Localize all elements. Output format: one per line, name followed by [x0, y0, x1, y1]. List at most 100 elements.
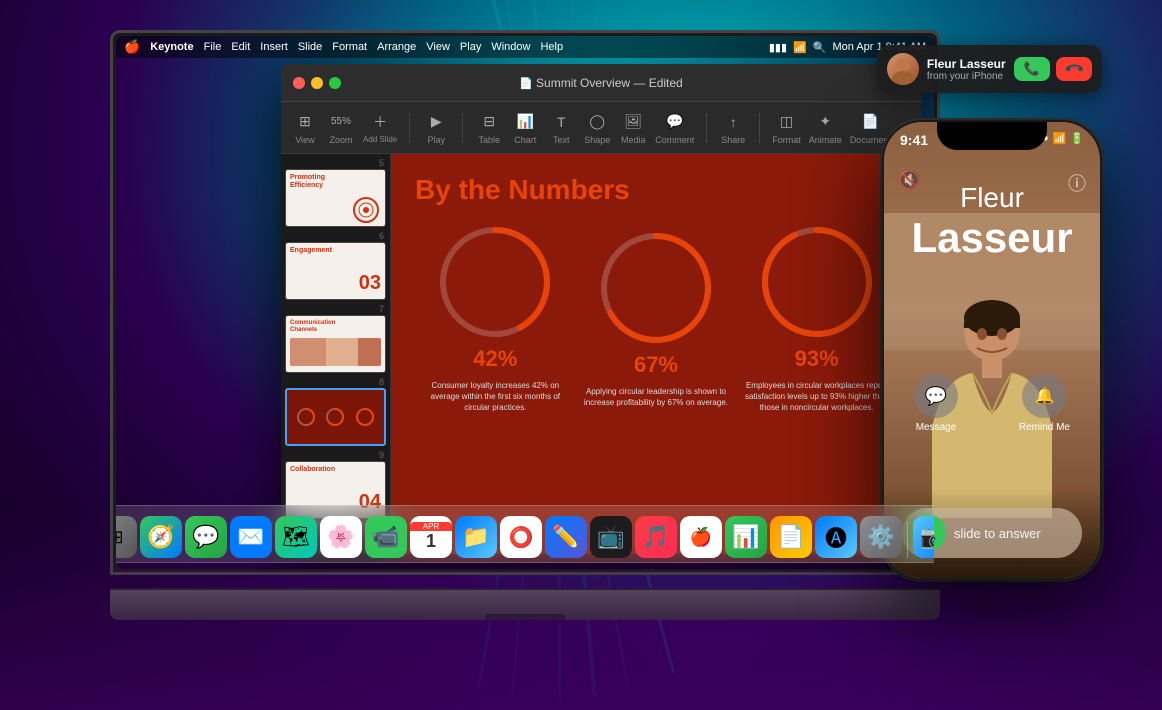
dock-icon-safari[interactable]: 🧭	[140, 516, 182, 558]
mac-menu-view[interactable]: View	[426, 41, 450, 53]
toolbar-view[interactable]: ⊞ View	[291, 111, 319, 145]
keynote-title: 📄 Summit Overview — Edited	[519, 76, 682, 90]
dock-icon-maps[interactable]: 🗺	[275, 516, 317, 558]
maximize-button[interactable]	[329, 77, 341, 89]
zoom-icon: 55%	[327, 111, 355, 133]
text-icon: T	[547, 111, 575, 133]
toolbar-shape[interactable]: ◯ Shape	[583, 111, 611, 145]
keynote-titlebar: 📄 Summit Overview — Edited	[281, 64, 921, 102]
add-slide-icon: ＋	[366, 111, 394, 133]
mac-menu-edit[interactable]: Edit	[231, 41, 250, 53]
toolbar-share[interactable]: ↑ Share	[719, 111, 747, 145]
desktop: 🍎 Keynote File Edit Insert Slide Format …	[0, 0, 1162, 710]
mac-menu-insert[interactable]: Insert	[260, 41, 288, 53]
remind-icon: 🔔	[1022, 374, 1066, 418]
dock-icon-messages[interactable]: 💬	[185, 516, 227, 558]
toolbar-table[interactable]: ⊟ Table	[475, 111, 503, 145]
iphone-battery-icon: 🔋	[1070, 132, 1084, 145]
slide-promoting[interactable]: PromotingEfficiency	[285, 169, 386, 227]
dock-icon-screenshot[interactable]: 📷	[913, 516, 934, 558]
notif-buttons: 📞 📞	[1014, 57, 1092, 81]
dock-icon-appletv[interactable]: 📺	[590, 516, 632, 558]
notif-avatar	[887, 53, 919, 85]
laptop: 🍎 Keynote File Edit Insert Slide Format …	[110, 30, 940, 620]
slide-thumb-8[interactable]: 8	[285, 377, 386, 446]
slide-engagement[interactable]: Engagement 03	[285, 242, 386, 300]
remind-label: Remind Me	[1019, 422, 1070, 433]
circle-67: 67% Applying circular leadership is show…	[579, 228, 733, 408]
view-icon: ⊞	[291, 111, 319, 133]
circle-93-label: 93%	[795, 346, 839, 372]
mac-menu-window[interactable]: Window	[491, 41, 530, 53]
toolbar-zoom[interactable]: 55% Zoom	[327, 111, 355, 145]
iphone-caller-name: Fleur Lasseur	[884, 182, 1100, 262]
circle-93: 93% Employees in circular workplaces rep…	[740, 222, 894, 414]
minimize-button[interactable]	[311, 77, 323, 89]
animate-icon: ✦	[811, 111, 839, 133]
dock-icon-freeform[interactable]: ✏️	[545, 516, 587, 558]
mac-menu-keynote[interactable]: Keynote	[150, 41, 193, 53]
laptop-screen: 🍎 Keynote File Edit Insert Slide Format …	[110, 30, 940, 575]
phone-accept-icon: 📞	[1024, 61, 1040, 77]
traffic-lights	[293, 77, 341, 89]
caller-first-name: Fleur	[884, 182, 1100, 214]
dock-icon-files[interactable]: 📁	[455, 516, 497, 558]
mac-menu-play[interactable]: Play	[460, 41, 481, 53]
circle-42-desc: Consumer loyalty increases 42% on averag…	[418, 380, 572, 414]
remind-action[interactable]: 🔔 Remind Me	[1019, 374, 1070, 433]
notif-caller-name: Fleur Lasseur	[927, 57, 1006, 71]
dock-icon-pages[interactable]: 📄	[770, 516, 812, 558]
dock-icon-music[interactable]: 🎵	[635, 516, 677, 558]
keynote-content: 5 PromotingEfficiency	[281, 154, 921, 554]
slide-thumb-6[interactable]: 6 Engagement 03	[285, 231, 386, 300]
slide-communication[interactable]: CommunicationChannels	[285, 315, 386, 373]
toolbar-format[interactable]: ◫ Format	[772, 111, 801, 145]
slide-to-answer-text: slide to answer	[954, 526, 1041, 541]
share-icon: ↑	[719, 111, 747, 133]
mac-menu-file[interactable]: File	[204, 41, 222, 53]
comment-icon: 💬	[661, 111, 689, 133]
toolbar-text[interactable]: T Text	[547, 111, 575, 145]
table-icon: ⊟	[475, 111, 503, 133]
dock-icon-facetime[interactable]: 📹	[365, 516, 407, 558]
notif-decline-button[interactable]: 📞	[1056, 57, 1092, 81]
dock-icon-applecorp[interactable]: 🍎	[680, 516, 722, 558]
dock-icon-launchpad[interactable]: ⊞	[116, 516, 137, 558]
toolbar-animate[interactable]: ✦ Animate	[809, 111, 842, 145]
keynote-toolbar: ⊞ View 55% Zoom ＋ Add Slide	[281, 102, 921, 154]
toolbar-add-slide[interactable]: ＋ Add Slide	[363, 111, 397, 144]
play-icon: ▶	[422, 111, 450, 133]
slide-panel[interactable]: 5 PromotingEfficiency	[281, 154, 391, 554]
slide-numbers[interactable]	[285, 388, 386, 446]
phone-notification: Fleur Lasseur from your iPhone 📞 📞	[877, 45, 1102, 93]
mac-search-icon[interactable]: 🔍	[813, 41, 827, 54]
dock-icon-calendar[interactable]: APR 1	[410, 516, 452, 558]
message-action[interactable]: 💬 Message	[914, 374, 958, 433]
circles-container: 42% Consumer loyalty increases 42% on av…	[415, 222, 897, 414]
dock-icon-photos[interactable]: 🌸	[320, 516, 362, 558]
mac-wifi-icon: 📶	[793, 41, 807, 54]
chart-icon: 📊	[511, 111, 539, 133]
close-button[interactable]	[293, 77, 305, 89]
slide-thumb-7[interactable]: 7 CommunicationChannels	[285, 304, 386, 373]
toolbar-chart[interactable]: 📊 Chart	[511, 111, 539, 145]
dock-icon-numbers[interactable]: 📊	[725, 516, 767, 558]
mac-menu-format[interactable]: Format	[332, 41, 367, 53]
format-icon: ◫	[773, 111, 801, 133]
document-icon: 📄	[856, 111, 884, 133]
notif-accept-button[interactable]: 📞	[1014, 57, 1050, 81]
toolbar-media[interactable]: 🖼 Media	[619, 111, 647, 145]
mac-menu-help[interactable]: Help	[540, 41, 563, 53]
toolbar-comment[interactable]: 💬 Comment	[655, 111, 694, 145]
dock-icon-appstore[interactable]: 🅐	[815, 516, 857, 558]
mac-menu-slide[interactable]: Slide	[298, 41, 322, 53]
mac-menu-arrange[interactable]: Arrange	[377, 41, 416, 53]
dock-icon-settings[interactable]: ⚙️	[860, 516, 902, 558]
toolbar-play[interactable]: ▶ Play	[422, 111, 450, 145]
slide-thumb-5[interactable]: 5 PromotingEfficiency	[285, 158, 386, 227]
circle-67-label: 67%	[634, 352, 678, 378]
dock-icon-mail[interactable]: ✉️	[230, 516, 272, 558]
dock-icon-reminders[interactable]: ⭕	[500, 516, 542, 558]
circle-67-desc: Applying circular leadership is shown to…	[579, 386, 733, 408]
message-label: Message	[916, 422, 957, 433]
